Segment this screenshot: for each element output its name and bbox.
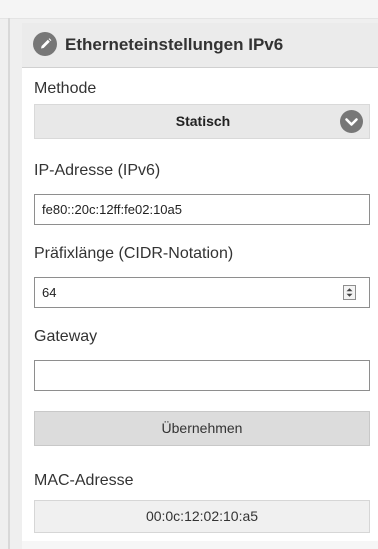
spinner-icon[interactable] [343,285,356,300]
chevron-down-icon[interactable] [340,110,363,133]
settings-page: Etherneteinstellungen IPv6 Methode Stati… [0,0,378,549]
mac-address-label: MAC-Adresse [34,472,134,489]
ethernet-ipv6-panel: Etherneteinstellungen IPv6 Methode Stati… [22,23,378,549]
ip-address-label: IP-Adresse (IPv6) [34,162,161,179]
prefix-length-input[interactable]: 64 [34,277,370,308]
top-band [0,0,378,19]
method-selected-value: Statisch [175,113,231,129]
method-label: Methode [34,80,97,97]
method-select[interactable]: Statisch [34,104,370,139]
gateway-input[interactable] [34,360,370,391]
panel-bottom [22,541,378,549]
panel-title: Etherneteinstellungen IPv6 [65,35,284,54]
ip-address-input[interactable]: fe80::20c:12ff:fe02:10a5 [34,194,370,225]
gateway-label: Gateway [34,328,98,345]
apply-button[interactable]: Übernehmen [34,411,370,446]
prefix-length-value: 64 [42,285,57,300]
mac-address-value: 00:0c:12:02:10:a5 [34,500,370,533]
panel-header: Etherneteinstellungen IPv6 [22,23,378,68]
pencil-icon[interactable] [33,32,57,56]
left-divider [8,18,10,549]
prefix-length-label: Präfixlänge (CIDR-Notation) [34,245,234,262]
